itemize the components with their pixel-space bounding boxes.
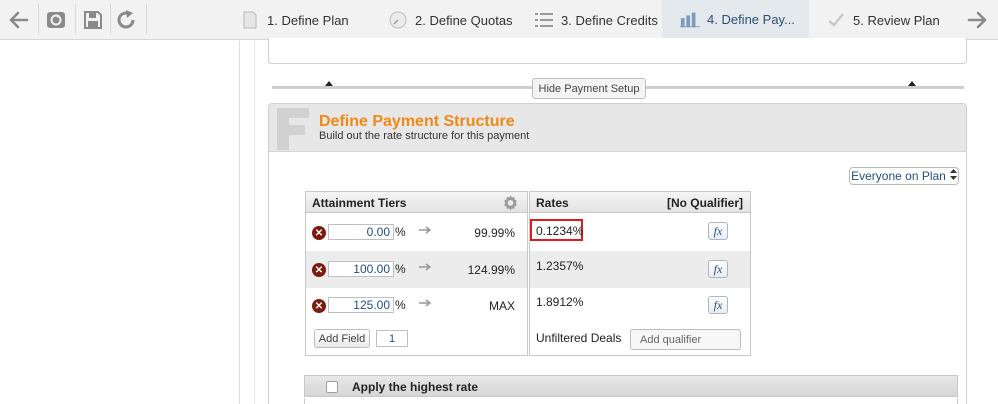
- percent-sign: %: [395, 298, 406, 312]
- rate-row: 1.8912% fx: [530, 288, 750, 325]
- divider-marker-left: [325, 81, 333, 86]
- tier-from-input[interactable]: 125.00: [328, 297, 394, 313]
- section-letter-icon: [277, 108, 309, 155]
- delete-tier-icon[interactable]: ✕: [312, 299, 326, 313]
- formula-fx-button[interactable]: fx: [708, 296, 728, 314]
- step-define-quotas[interactable]: 2. Define Quotas: [388, 0, 528, 40]
- toolbar-divider: [146, 4, 147, 34]
- tier-to-value: MAX: [488, 299, 515, 313]
- percent-sign: %: [395, 262, 406, 276]
- payment-setup-box: [268, 38, 967, 64]
- arrow-right-icon[interactable]: [964, 8, 990, 32]
- rate-value[interactable]: 1.8912%: [536, 295, 583, 309]
- delete-tier-icon[interactable]: ✕: [312, 226, 326, 240]
- tier-to-value: 99.99%: [474, 226, 515, 240]
- tier-to-value: 124.99%: [467, 263, 515, 277]
- app-root: 1. Define Plan 2. Define Quotas 3. Defin…: [0, 0, 998, 404]
- unfiltered-deals-label: Unfiltered Deals: [536, 331, 622, 345]
- delete-tier-icon[interactable]: ✕: [312, 263, 326, 277]
- rate-value[interactable]: 1.2357%: [536, 259, 583, 273]
- add-field-count-input[interactable]: 1: [376, 330, 408, 347]
- hide-payment-setup-button[interactable]: Hide Payment Setup: [532, 78, 646, 99]
- updown-chevron-icon: [949, 169, 957, 183]
- tier-from-input[interactable]: 0.00: [328, 224, 394, 240]
- gauge-icon: [388, 10, 408, 30]
- highest-rate-content: [304, 398, 958, 404]
- percent-sign: %: [395, 225, 406, 239]
- step-define-plan[interactable]: 1. Define Plan: [240, 0, 380, 40]
- step-label: 2. Define Quotas: [415, 12, 513, 28]
- formula-fx-button[interactable]: fx: [708, 222, 728, 240]
- qualifier-header-label: [No Qualifier]: [666, 196, 743, 210]
- step-define-credits[interactable]: 3. Define Credits: [534, 0, 674, 40]
- add-qualifier-button[interactable]: Add qualifier: [630, 329, 741, 350]
- tier-row: ✕ 0.00 % 99.99%: [306, 214, 527, 251]
- toolbar-divider: [38, 4, 39, 34]
- panel-header: Define Payment Structure Build out the r…: [269, 104, 966, 152]
- tier-from-input[interactable]: 100.00: [328, 261, 394, 277]
- tiers-header-label: Attainment Tiers: [312, 196, 407, 210]
- attainment-tiers-table: Attainment Tiers ✕ 0.00 % 99.99% ✕ 100.0…: [305, 191, 528, 356]
- add-field-button[interactable]: Add Field: [314, 329, 370, 348]
- formula-fx-button[interactable]: fx: [708, 260, 728, 278]
- plan-scope-select[interactable]: Everyone on Plan: [849, 167, 959, 185]
- floppy-icon[interactable]: [80, 8, 106, 32]
- rate-row: 0.1234% fx: [530, 214, 750, 251]
- step-label: 1. Define Plan: [267, 12, 349, 28]
- step-define-payments[interactable]: 4. Define Pay...: [662, 0, 809, 40]
- rate-row: 1.2357% fx: [530, 251, 750, 288]
- rates-header: Rates [No Qualifier]: [530, 192, 750, 213]
- plan-scope-value: Everyone on Plan: [851, 169, 946, 183]
- gear-icon[interactable]: [502, 194, 519, 214]
- refresh-icon[interactable]: [43, 8, 69, 32]
- toolbar-divider: [75, 4, 76, 34]
- apply-highest-rate-label: Apply the highest rate: [352, 380, 479, 394]
- left-divider: [254, 41, 255, 404]
- tiers-header: Attainment Tiers: [306, 192, 527, 213]
- left-sidebar: [0, 41, 240, 404]
- document-icon: [240, 10, 260, 30]
- divider-marker-right: [908, 81, 916, 86]
- panel-subtitle: Build out the rate structure for this pa…: [319, 130, 530, 142]
- step-label: 5. Review Plan: [853, 12, 940, 28]
- rates-table: Rates [No Qualifier] 0.1234% fx 1.2357% …: [529, 191, 751, 356]
- list-icon: [534, 10, 554, 30]
- bar-chart-icon: [680, 9, 700, 29]
- step-review-plan[interactable]: 5. Review Plan: [826, 0, 956, 40]
- top-toolbar: 1. Define Plan 2. Define Quotas 3. Defin…: [0, 0, 998, 40]
- apply-highest-rate-bar: Apply the highest rate: [304, 375, 958, 397]
- toolbar-divider: [110, 4, 111, 34]
- apply-highest-rate-checkbox[interactable]: [326, 381, 338, 393]
- step-label: 3. Define Credits: [561, 12, 658, 28]
- rate-value-input-selected[interactable]: 0.1234%: [530, 219, 583, 241]
- checkmark-icon: [826, 10, 846, 30]
- arrow-left-icon[interactable]: [6, 8, 32, 32]
- rates-header-label: Rates: [536, 196, 569, 210]
- panel-title: Define Payment Structure: [319, 113, 515, 130]
- redo-icon[interactable]: [114, 8, 140, 32]
- wizard-steps: 1. Define Plan 2. Define Quotas 3. Defin…: [228, 0, 960, 40]
- tier-row: ✕ 100.00 % 124.99%: [306, 251, 527, 288]
- step-label: 4. Define Pay...: [707, 11, 795, 27]
- tier-row: ✕ 125.00 % MAX: [306, 288, 527, 325]
